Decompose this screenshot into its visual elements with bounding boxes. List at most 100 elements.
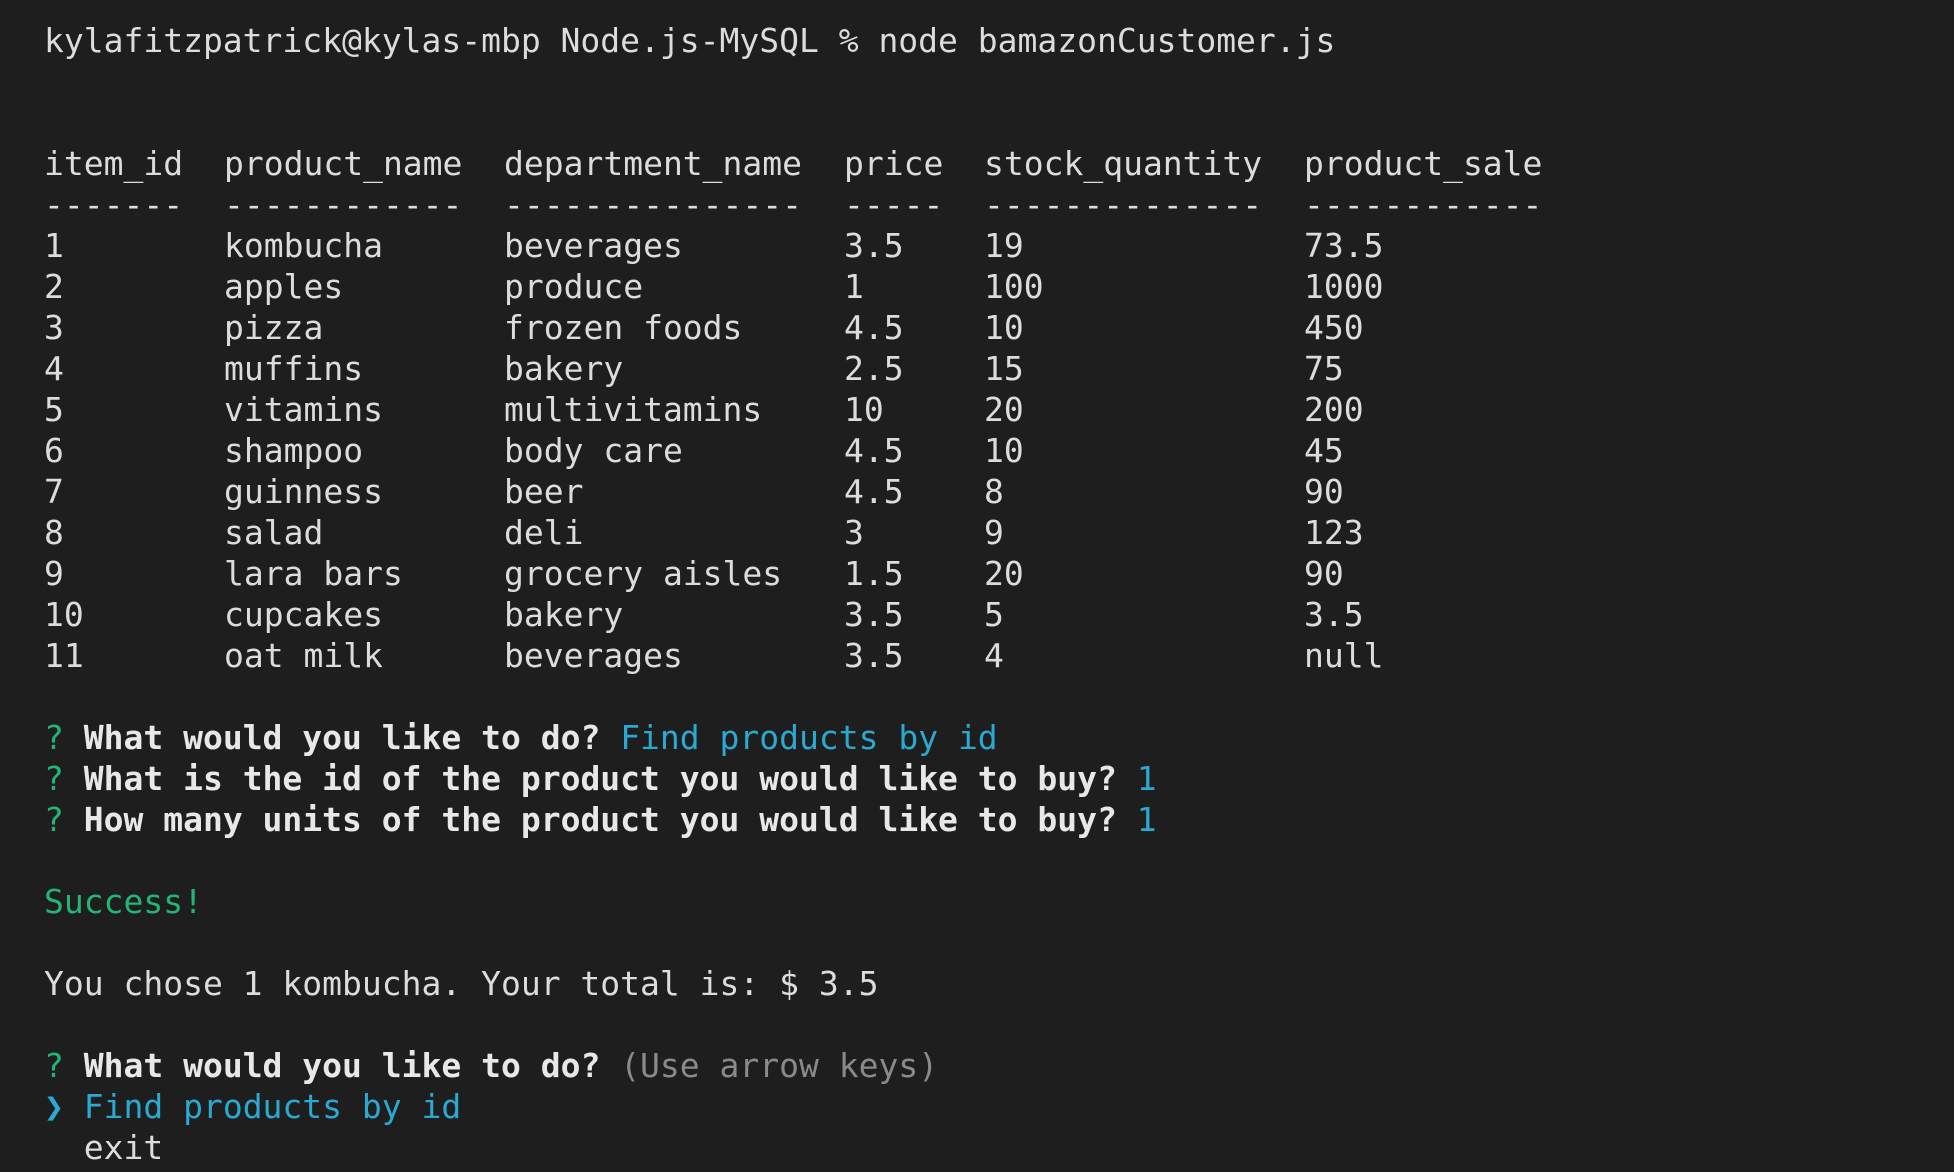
table-body: 1 kombucha beverages 3.5 19 73.5 2 apples produc… [44, 225, 1924, 676]
cell-product-name: oat milk [224, 636, 383, 675]
prompt-answer: 1 [1136, 759, 1157, 798]
prompt-line-id: ? What is the id of the product you woul… [44, 758, 1924, 799]
header-product-name: product_name [224, 144, 463, 183]
prompt-question: What would you like to do? [83, 1046, 601, 1085]
cell-department-name: body care [504, 431, 683, 470]
prompt-question: What is the id of the product you would … [83, 759, 1117, 798]
cell-product-sale: 73.5 [1304, 226, 1384, 265]
table-header-row: item_id product_name department_name pri… [44, 143, 1924, 184]
menu-option-label: Find products by id [83, 1087, 462, 1126]
table-row: 9 lara bars grocery aisles 1.5 20 90 [44, 553, 1924, 594]
cell-stock-quantity: 20 [984, 554, 1024, 593]
command-line: kylafitzpatrick@kylas-mbp Node.js-MySQL … [44, 21, 1336, 60]
cell-price: 2.5 [844, 349, 904, 388]
prompt-answer: Find products by id [620, 718, 998, 757]
cell-price: 4.5 [844, 472, 904, 511]
cell-department-name: multivitamins [504, 390, 763, 429]
header-price: price [844, 144, 944, 183]
table-row: 2 apples produce 1 100 1000 [44, 266, 1924, 307]
products-table: item_id product_name department_name pri… [44, 143, 1924, 676]
cell-product-sale: 90 [1304, 554, 1344, 593]
menu-option-exit[interactable]: exit [44, 1127, 1924, 1168]
cell-item-id: 2 [44, 267, 64, 306]
cell-price: 1 [844, 267, 864, 306]
cell-item-id: 5 [44, 390, 64, 429]
result-message: You chose 1 kombucha. Your total is: $ 3… [44, 964, 879, 1003]
cell-price: 4.5 [844, 308, 904, 347]
cell-stock-quantity: 9 [984, 513, 1004, 552]
cell-product-sale: null [1304, 636, 1384, 675]
header-item-id: item_id [44, 144, 184, 183]
cell-price: 4.5 [844, 431, 904, 470]
menu-option-find-products[interactable]: ❯ Find products by id [44, 1086, 1924, 1127]
table-row: 5 vitamins multivitamins 10 20 200 [44, 389, 1924, 430]
separator: -------------- [984, 185, 1263, 224]
success-message: Success! [44, 882, 203, 921]
cell-department-name: bakery [504, 349, 624, 388]
cell-item-id: 9 [44, 554, 64, 593]
menu-prompt-line: ? What would you like to do? (Use arrow … [44, 1045, 1924, 1086]
pointer-icon: ❯ [44, 1087, 64, 1126]
table-row: 11 oat milk beverages 3.5 4 null [44, 635, 1924, 676]
cell-department-name: beverages [504, 226, 683, 265]
cell-product-sale: 45 [1304, 431, 1344, 470]
cell-department-name: bakery [504, 595, 624, 634]
cell-department-name: produce [504, 267, 644, 306]
prompt-mark: ? [44, 1046, 64, 1085]
cell-price: 3.5 [844, 595, 904, 634]
cell-product-sale: 1000 [1304, 267, 1384, 306]
separator: ------------ [224, 185, 463, 224]
cell-product-sale: 123 [1304, 513, 1364, 552]
cell-product-sale: 90 [1304, 472, 1344, 511]
cell-product-name: apples [224, 267, 344, 306]
cell-product-name: salad [224, 513, 324, 552]
table-row: 6 shampoo body care 4.5 10 45 [44, 430, 1924, 471]
cell-department-name: grocery aisles [504, 554, 783, 593]
prompt-hint: (Use arrow keys) [620, 1046, 939, 1085]
table-row: 10 cupcakes bakery 3.5 5 3.5 [44, 594, 1924, 635]
cell-item-id: 10 [44, 595, 84, 634]
cell-stock-quantity: 100 [984, 267, 1044, 306]
cell-department-name: frozen foods [504, 308, 743, 347]
cell-stock-quantity: 20 [984, 390, 1024, 429]
cell-item-id: 11 [44, 636, 84, 675]
header-department-name: department_name [504, 144, 803, 183]
cell-product-name: vitamins [224, 390, 383, 429]
cell-item-id: 4 [44, 349, 64, 388]
prompt-question: How many units of the product you would … [83, 800, 1117, 839]
cell-product-name: shampoo [224, 431, 364, 470]
cell-stock-quantity: 4 [984, 636, 1004, 675]
header-product-sale: product_sale [1304, 144, 1543, 183]
prompt-mark: ? [44, 759, 64, 798]
cell-department-name: beer [504, 472, 584, 511]
menu-option-label: exit [83, 1128, 164, 1167]
cell-product-name: pizza [224, 308, 324, 347]
cell-price: 10 [844, 390, 884, 429]
table-row: 8 salad deli 3 9 123 [44, 512, 1924, 553]
table-row: 1 kombucha beverages 3.5 19 73.5 [44, 225, 1924, 266]
cell-product-name: lara bars [224, 554, 403, 593]
cell-price: 3.5 [844, 226, 904, 265]
prompt-mark: ? [44, 800, 64, 839]
cell-product-name: cupcakes [224, 595, 383, 634]
cell-department-name: deli [504, 513, 584, 552]
cell-product-sale: 75 [1304, 349, 1344, 388]
prompt-answer: 1 [1136, 800, 1157, 839]
prompt-mark: ? [44, 718, 64, 757]
cell-item-id: 7 [44, 472, 64, 511]
cell-product-name: kombucha [224, 226, 383, 265]
table-separator-row: ------- ------------ --------------- ---… [44, 184, 1924, 225]
cell-stock-quantity: 10 [984, 308, 1024, 347]
terminal[interactable]: kylafitzpatrick@kylas-mbp Node.js-MySQL … [44, 20, 1924, 1168]
cell-item-id: 6 [44, 431, 64, 470]
cell-product-sale: 450 [1304, 308, 1364, 347]
separator: ------------ [1304, 185, 1543, 224]
separator: --------------- [504, 185, 803, 224]
separator: ----- [844, 185, 944, 224]
cell-price: 1.5 [844, 554, 904, 593]
